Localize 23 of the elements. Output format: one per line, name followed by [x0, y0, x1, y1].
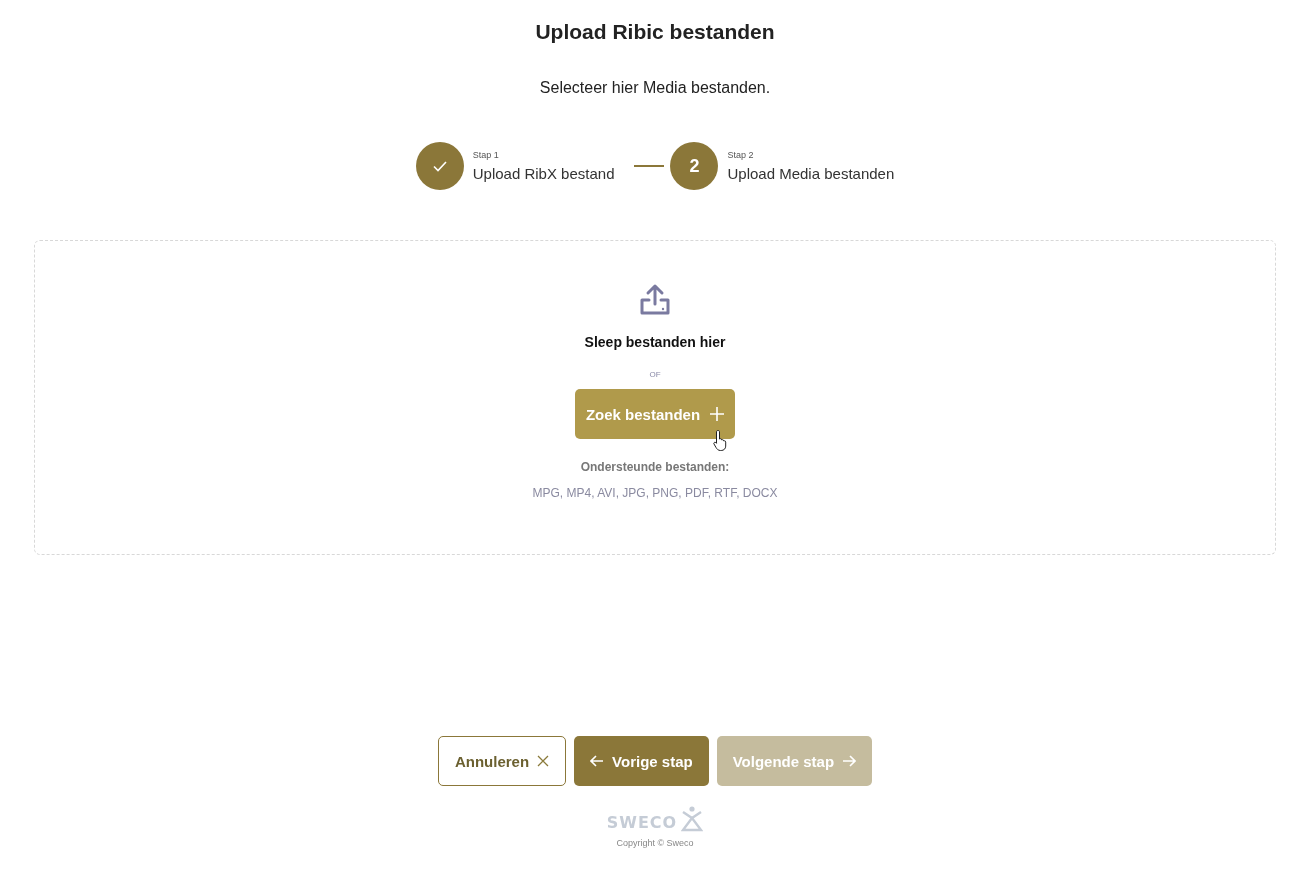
upload-icon	[638, 283, 672, 317]
copyright-text: Copyright © Sweco	[616, 838, 694, 848]
hand-cursor-icon	[713, 429, 729, 451]
step-title: Upload RibX bestand	[472, 165, 615, 182]
page-subtitle: Selecteer hier Media bestanden.	[539, 78, 771, 98]
step-label: Stap 2	[727, 150, 755, 160]
or-separator: OF	[649, 370, 661, 379]
supported-label: Ondersteunde bestanden:	[580, 460, 730, 474]
drop-heading: Sleep bestanden hier	[584, 334, 726, 350]
browse-files-button[interactable]: Zoek bestanden	[575, 389, 735, 439]
supported-types: MPG, MP4, AVI, JPG, PNG, PDF, RTF, DOCX	[532, 486, 778, 500]
step-number-circle: 2	[670, 142, 719, 190]
close-icon	[537, 755, 550, 767]
step-title: Upload Media bestanden	[727, 165, 895, 182]
sweco-logo: SWECO	[606, 806, 704, 832]
back-button[interactable]: Vorige stap	[574, 736, 709, 786]
step-label: Stap 1	[472, 150, 500, 160]
arrow-left-icon	[590, 755, 605, 767]
page-title: Upload Ribic bestanden	[535, 19, 775, 45]
dropzone[interactable]: Sleep bestanden hier OF Zoek bestanden Ondersteunde bestanden: MPG, MP4, AVI, JPG, PNG, PDF, RTF, DOCX	[34, 240, 1276, 555]
plus-icon	[710, 407, 725, 421]
arrow-right-icon	[842, 755, 857, 767]
cancel-button[interactable]: Annuleren	[437, 736, 567, 786]
